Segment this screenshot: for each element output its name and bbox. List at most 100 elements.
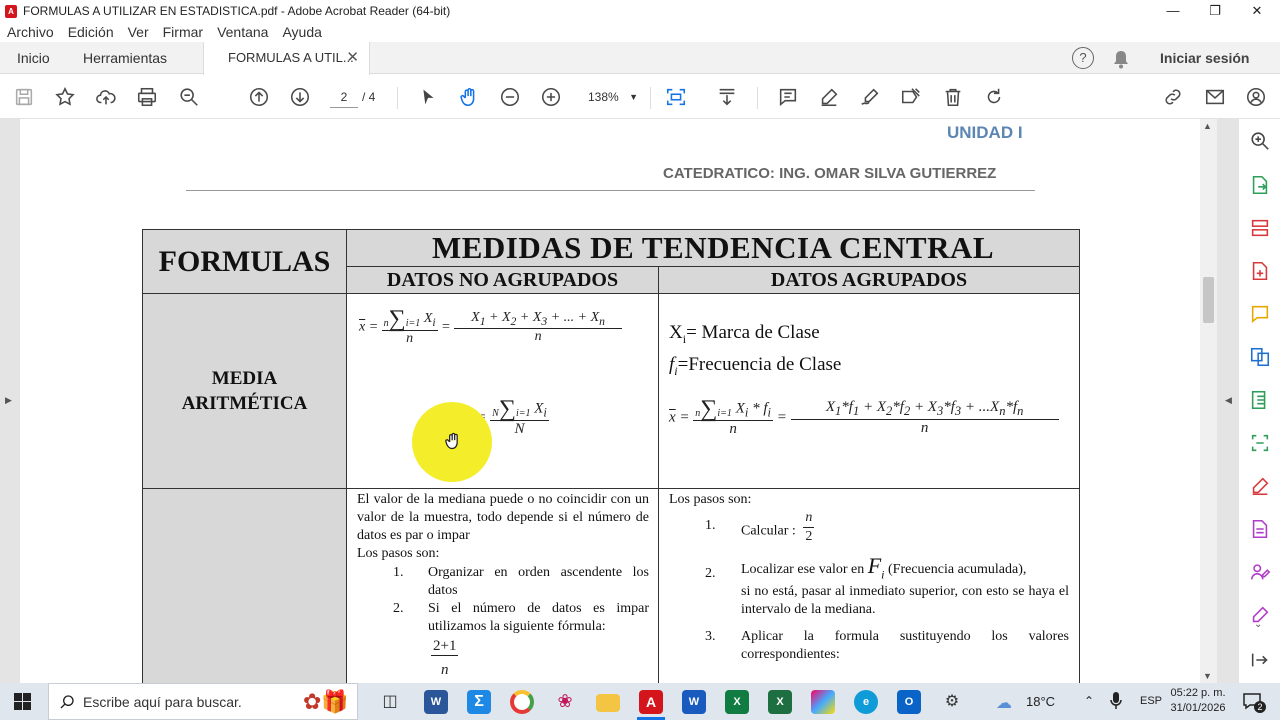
mean-grouped-cell: Xi= Marca de Clase fi=Frecuencia de Clas… [658,293,1080,489]
document-viewer[interactable]: ▶ UNIDAD I CATEDRATICO: ING. OMAR SILVA … [0,119,1238,683]
g-step-1-frac-den: 2 [805,529,813,544]
toolbar-divider [757,87,758,109]
save-icon[interactable] [12,85,36,109]
comment-tool-icon[interactable] [1249,303,1271,325]
fit-page-icon[interactable] [664,85,688,109]
system-tool-icon[interactable]: ⚙ [940,690,964,714]
hand-cursor-icon [443,431,463,451]
chrome-icon[interactable] [510,690,534,714]
menu-firmar[interactable]: Firmar [156,24,210,40]
hand-tool-icon[interactable] [457,85,481,109]
search-zoom-icon[interactable] [177,85,201,109]
scroll-down-icon[interactable]: ▼ [1203,671,1212,681]
scrollbar-thumb[interactable] [1203,277,1214,323]
mean-grouped-formula: x = n∑i=1 Xi * fi n = X1*f1 + X2*f2 + X3*… [669,397,1059,438]
outlook-icon[interactable]: O [897,690,921,714]
combine-files-icon[interactable] [1249,346,1271,368]
table-main-header: MEDIDAS DE TENDENCIA CENTRAL [346,229,1080,267]
excel-taskbar-icon-2[interactable]: X [768,690,792,714]
request-signatures-icon[interactable] [1249,561,1271,583]
print-icon[interactable] [135,85,159,109]
acrobat-taskbar-icon[interactable]: A [639,690,663,714]
fill-sign-icon[interactable] [1249,475,1271,497]
organize-pages-icon[interactable] [1249,217,1271,239]
step-1: 1. Organizar en orden ascendente los dat… [357,564,649,600]
bookmark-star-icon[interactable] [53,85,77,109]
notifications-bell-icon[interactable] [1112,48,1130,69]
taskbar-search-box[interactable]: Escribe aquí para buscar. ✿🎁 [48,683,358,720]
edit-pdf-icon[interactable] [1249,518,1271,540]
export-pdf-icon[interactable] [1249,174,1271,196]
word-taskbar-icon-2[interactable]: W [682,690,706,714]
file-explorer-icon[interactable] [596,694,620,712]
maximize-button[interactable]: ❐ [1192,0,1238,22]
excel-taskbar-icon[interactable]: X [725,690,749,714]
menu-ayuda[interactable]: Ayuda [275,24,328,40]
stamp-tag-icon[interactable] [899,85,923,109]
tab-home[interactable]: Inicio [17,42,50,74]
upload-cloud-icon[interactable] [94,85,118,109]
search-tool-icon[interactable] [1249,130,1271,152]
paint-app-icon[interactable]: ❀ [553,690,577,714]
menu-edicion[interactable]: Edición [61,24,121,40]
word-taskbar-icon[interactable]: W [424,690,448,714]
scroll-mode-icon[interactable] [715,85,739,109]
menu-ver[interactable]: Ver [121,24,156,40]
close-button[interactable]: ✕ [1234,0,1280,22]
g-step-1-text: Calcular : [741,523,796,539]
minimize-button[interactable]: — [1150,0,1196,22]
microphone-icon[interactable] [1110,692,1122,710]
g-step-2-number: 2. [705,566,716,581]
g-step-3-text: Aplicar la formula sustituyendo los valo… [741,629,1069,662]
windows-start-icon[interactable] [14,693,31,710]
rotate-icon[interactable] [982,85,1006,109]
comment-icon[interactable] [776,85,800,109]
right-panel-toggle-icon[interactable]: ◀ [1225,395,1232,406]
draw-signature-icon[interactable] [858,85,882,109]
close-tab-icon[interactable]: ✕ [346,42,359,74]
previous-page-icon[interactable] [247,85,271,109]
median-grouped-cell: Los pasos son: 1. Calcular : n2 2. Local… [658,488,1080,683]
select-arrow-icon[interactable] [416,85,440,109]
vertical-scrollbar[interactable]: ▲ ▼ [1200,119,1217,683]
tab-tools[interactable]: Herramientas [83,42,167,74]
row-label-median [142,488,347,683]
add-user-icon[interactable] [1244,85,1268,109]
delete-trash-icon[interactable] [941,85,965,109]
page-number-input[interactable]: 2 [330,86,358,108]
zoom-in-icon[interactable] [539,85,563,109]
share-link-icon[interactable] [1161,85,1185,109]
copilot-icon[interactable] [811,690,835,714]
menu-ventana[interactable]: Ventana [210,24,275,40]
scan-ocr-icon[interactable] [1249,432,1271,454]
g-step-1-number: 1. [705,518,716,533]
notification-center-icon[interactable]: 2 [1242,691,1266,713]
tab-document[interactable]: FORMULAS A UTIL... ✕ [203,42,370,75]
compress-pdf-icon[interactable] [1249,389,1271,411]
page-total: / 4 [362,90,376,104]
tools-scroll-down-icon[interactable]: ⌄ [1254,619,1262,630]
next-page-icon[interactable] [288,85,312,109]
email-icon[interactable] [1203,85,1227,109]
scroll-up-icon[interactable]: ▲ [1203,121,1212,131]
weather-temp[interactable]: 18°C [1026,683,1055,720]
zoom-out-icon[interactable] [498,85,522,109]
edge-icon[interactable]: e [854,690,878,714]
median-intro: El valor de la mediana puede o no coinci… [357,492,649,543]
input-language[interactable]: ESP [1140,683,1162,720]
create-pdf-icon[interactable] [1249,260,1271,282]
left-panel-toggle-icon[interactable]: ▶ [5,395,12,406]
zoom-level-dropdown[interactable]: 138% ▼ [582,86,640,108]
task-view-icon[interactable]: ◫ [378,690,402,714]
sigma-app-icon[interactable]: Σ [467,690,491,714]
sign-in-link[interactable]: Iniciar sesión [1160,42,1249,74]
g-step-2-text-c: si no está, pasar al inmediato superior,… [741,584,1069,618]
median-odd-numerator: 2+1 [431,638,459,656]
collapse-panel-icon[interactable] [1249,649,1271,671]
clock[interactable]: 05:22 p. m. 31/01/2026 [1166,686,1230,716]
show-hidden-icons[interactable]: ⌃ [1084,683,1094,720]
highlight-pen-icon[interactable] [817,85,841,109]
menu-archivo[interactable]: Archivo [0,24,61,40]
clock-date: 31/01/2026 [1170,702,1226,714]
help-icon[interactable]: ? [1072,47,1094,69]
